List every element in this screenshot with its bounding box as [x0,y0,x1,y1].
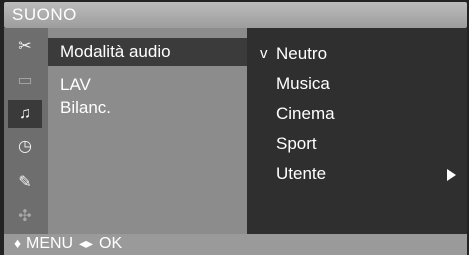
ok-hint-label: OK [99,235,123,252]
menu-item-avl[interactable]: LAV [60,75,91,95]
time-icon[interactable]: ◷ [8,132,42,160]
menu-hint-label: MENU [26,235,74,252]
menu-item-sound-mode[interactable]: Modalità audio [60,42,171,62]
option-cinema[interactable]: Cinema [276,104,335,124]
menu-header: SUONO [4,2,467,28]
screen-icon[interactable]: ▭ [8,66,42,94]
menu-title: SUONO [12,5,77,24]
option-music[interactable]: Musica [276,74,330,94]
option-user[interactable]: Utente [276,164,326,184]
setup-icon[interactable]: ✣ [8,202,42,230]
submenu-arrow-icon [447,169,456,181]
osd-menu: SUONO ✂ ▭ ♫ ◷ ✎ ✣ Modalità audio LAV Bil… [0,0,469,255]
sound-icon[interactable]: ♫ [8,100,42,128]
menu-item-balance[interactable]: Bilanc. [60,98,111,118]
option-neutral[interactable]: Neutro [276,44,327,64]
updown-arrow-icon: ♦ [14,235,22,251]
category-sidebar: ✂ ▭ ♫ ◷ ✎ ✣ [4,28,48,234]
selected-check-mark: v [260,45,268,62]
option-sport[interactable]: Sport [276,134,317,154]
option-icon[interactable]: ✎ [8,168,42,196]
leftright-arrow-icon: ◂▸ [79,235,94,251]
picture-icon[interactable]: ✂ [8,32,42,60]
footer-hint-bar: ♦ MENU ◂▸ OK [4,234,467,255]
